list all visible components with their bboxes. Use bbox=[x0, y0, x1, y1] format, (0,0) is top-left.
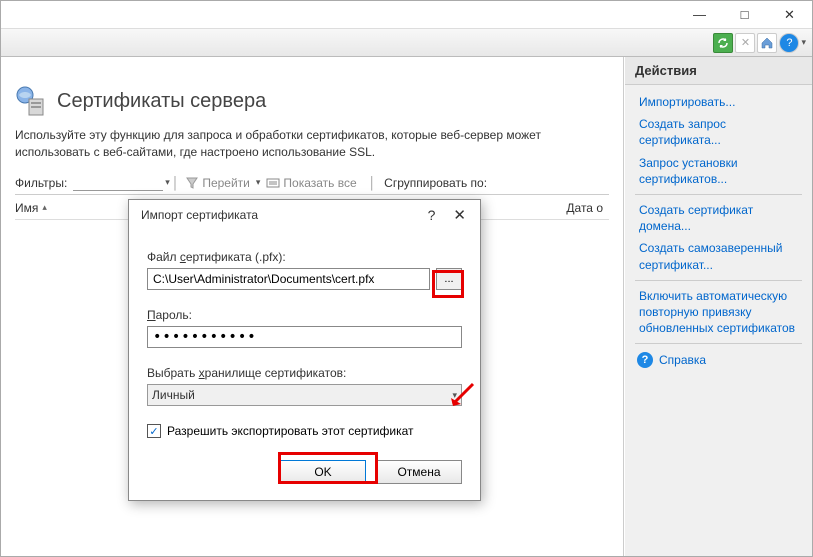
sort-ascending-icon: ▴ bbox=[42, 202, 47, 213]
column-date[interactable]: Дата о bbox=[566, 201, 609, 215]
actions-list: Импортировать... Создать запрос сертифик… bbox=[625, 85, 812, 378]
allow-export-checkbox[interactable]: ✓ bbox=[147, 424, 161, 438]
dialog-titlebar: Импорт сертификата ? ✕ bbox=[129, 200, 480, 230]
action-help[interactable]: ? Справка bbox=[625, 348, 812, 372]
window-close-button[interactable]: ✕ bbox=[767, 1, 812, 29]
dialog-help-button[interactable]: ? bbox=[428, 207, 436, 223]
window-minimize-button[interactable]: — bbox=[677, 1, 722, 29]
dialog-title: Импорт сертификата bbox=[141, 208, 428, 222]
ok-button[interactable]: OK bbox=[280, 460, 366, 484]
filter-go-button[interactable]: Перейти bbox=[181, 175, 254, 191]
page-header: Сертификаты сервера bbox=[15, 85, 609, 117]
show-all-button[interactable]: Показать все bbox=[262, 175, 360, 191]
action-import[interactable]: Импортировать... bbox=[625, 91, 812, 113]
divider bbox=[635, 194, 802, 195]
stop-icon[interactable]: ✕ bbox=[735, 33, 755, 53]
filter-label: Фильтры: bbox=[15, 176, 67, 190]
import-certificate-dialog: Импорт сертификата ? ✕ Файл сертификата … bbox=[128, 199, 481, 501]
dialog-buttons: OK Отмена bbox=[129, 446, 480, 500]
server-certificates-icon bbox=[15, 85, 47, 117]
refresh-icon[interactable] bbox=[713, 33, 733, 53]
action-create-domain-cert[interactable]: Создать сертификат домена... bbox=[625, 199, 812, 237]
home-icon[interactable] bbox=[757, 33, 777, 53]
filter-dropdown-icon[interactable]: ▾ bbox=[165, 177, 170, 188]
filter-toolbar: Фильтры: ▾ │ Перейти ▾ Показать все │ Сг… bbox=[15, 175, 609, 195]
action-install-request[interactable]: Запрос установки сертификатов... bbox=[625, 152, 812, 190]
dialog-body: Файл сертификата (.pfx): ... Пароль: Выб… bbox=[129, 230, 480, 446]
certificate-store-select[interactable]: Личный ▾ bbox=[147, 384, 462, 406]
password-input[interactable] bbox=[147, 326, 462, 348]
chevron-down-icon: ▾ bbox=[452, 390, 457, 401]
go-dropdown-icon[interactable]: ▾ bbox=[256, 177, 261, 188]
browse-file-button[interactable]: ... bbox=[436, 268, 462, 290]
page-title: Сертификаты сервера bbox=[57, 90, 266, 113]
help-icon[interactable]: ? bbox=[779, 33, 799, 53]
actions-header: Действия bbox=[625, 57, 812, 85]
window-titlebar: — □ ✕ bbox=[1, 1, 812, 29]
action-create-selfsigned[interactable]: Создать самозаверенный сертификат... bbox=[625, 237, 812, 275]
divider bbox=[635, 280, 802, 281]
store-field-label: Выбрать хранилище сертификатов: bbox=[147, 366, 462, 380]
page-description: Используйте эту функцию для запроса и об… bbox=[15, 127, 575, 161]
help-dropdown-arrow-icon[interactable]: ▾ bbox=[801, 37, 806, 48]
allow-export-checkbox-row[interactable]: ✓ Разрешить экспортировать этот сертифик… bbox=[147, 424, 462, 438]
column-name[interactable]: Имя ▴ bbox=[15, 201, 115, 215]
cancel-button[interactable]: Отмена bbox=[376, 460, 462, 484]
file-field-label: Файл сертификата (.pfx): bbox=[147, 250, 462, 264]
toolbar: ✕ ? ▾ bbox=[1, 29, 812, 57]
help-icon: ? bbox=[637, 352, 653, 368]
allow-export-label: Разрешить экспортировать этот сертификат bbox=[167, 424, 414, 438]
actions-pane: Действия Импортировать... Создать запрос… bbox=[624, 57, 812, 556]
certificate-file-input[interactable] bbox=[147, 268, 430, 290]
divider bbox=[635, 343, 802, 344]
group-by-label: Сгруппировать по: bbox=[384, 176, 487, 190]
action-create-request[interactable]: Создать запрос сертификата... bbox=[625, 113, 812, 151]
dialog-close-button[interactable]: ✕ bbox=[449, 206, 470, 224]
action-auto-rebind[interactable]: Включить автоматическую повторную привяз… bbox=[625, 285, 812, 340]
window-controls: — □ ✕ bbox=[677, 1, 812, 29]
window-maximize-button[interactable]: □ bbox=[722, 1, 767, 29]
filter-input[interactable] bbox=[73, 175, 163, 191]
password-field-label: Пароль: bbox=[147, 308, 462, 322]
